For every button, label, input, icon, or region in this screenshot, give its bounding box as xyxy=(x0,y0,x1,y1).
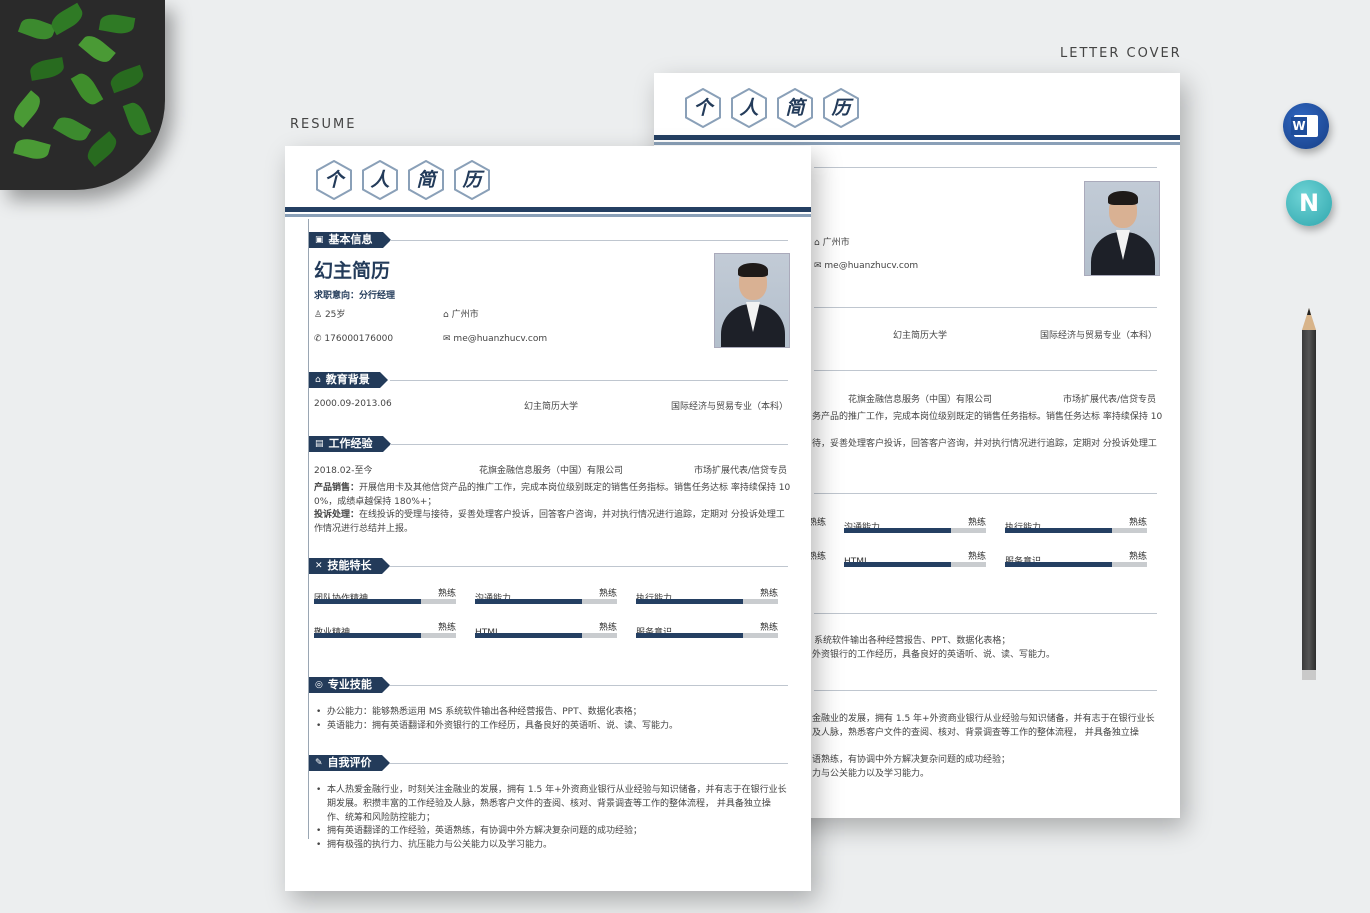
graduation-cap-icon: ⌂ xyxy=(315,375,321,385)
cover-work-line: 务产品的推广工作，完成本岗位级别既定的销售任务指标。销售任务达标 率持续保持 1… xyxy=(812,412,1163,422)
self-eval-item: • 拥有极强的执行力、抗压能力与公关能力以及学习能力。 xyxy=(316,840,553,850)
cover-skill-item: 服务意识熟练 xyxy=(1005,549,1147,568)
cover-city: ⌂ 广州市 xyxy=(814,238,850,248)
cover-photo xyxy=(1084,181,1160,276)
cover-email: ✉ me@huanzhucv.com xyxy=(814,261,919,271)
cover-skill-item: HTML熟练 xyxy=(844,549,986,568)
section-skills: ✕ 技能特长 xyxy=(309,558,390,574)
professional-item: • 英语能力：拥有英语翻译和外资银行的工作经历，具备良好的英语听、说、读、写能力… xyxy=(316,721,679,731)
divider xyxy=(390,444,788,445)
divider xyxy=(814,167,1157,168)
app-icon[interactable]: N xyxy=(1286,180,1332,226)
divider xyxy=(814,370,1157,371)
cover-position: 市场扩展代表/信贷专员 xyxy=(1063,395,1157,405)
cover-header-bar xyxy=(654,135,1180,145)
cover-title-char: 个 xyxy=(684,88,722,128)
divider xyxy=(390,763,788,764)
job-intent: 求职意向：分行经理 xyxy=(314,291,396,301)
cover-prof-line: 系统软件输出各种经营报告、PPT、数据化表格； xyxy=(814,636,1011,646)
cover-school: 幻主简历大学 xyxy=(893,331,948,341)
cover-company: 花旗金融信息服务（中国）有限公司 xyxy=(848,395,993,405)
plant-decoration xyxy=(0,0,165,190)
divider xyxy=(390,566,788,567)
phone: ✆ 176000176000 xyxy=(314,334,394,344)
divider xyxy=(814,690,1157,691)
section-work: ▤ 工作经验 xyxy=(309,436,390,452)
divider xyxy=(814,307,1157,308)
location-icon: ⌂ xyxy=(443,310,449,320)
divider xyxy=(390,240,788,241)
skill-item: 沟通能力熟练 xyxy=(475,586,617,605)
work-line: 产品销售：开展信用卡及其他信贷产品的推广工作，完成本岗位级别既定的销售任务指标。… xyxy=(314,483,791,493)
resume-title-char: 人 xyxy=(361,160,399,200)
skill-item: 团队协作精神熟练 xyxy=(314,586,456,605)
resume-title: 个 人 简 历 xyxy=(315,160,491,200)
work-date: 2018.02-至今 xyxy=(314,466,373,476)
divider xyxy=(390,685,788,686)
edit-icon: ✎ xyxy=(315,758,323,768)
resume-title-char: 个 xyxy=(315,160,353,200)
candidate-name: 幻主简历 xyxy=(314,260,391,282)
cover-title-char: 简 xyxy=(776,88,814,128)
cover-eval-line: 语熟练，有协调中外方解决复杂问题的成功经验； xyxy=(812,755,1011,765)
section-basic-info: ▣ 基本信息 xyxy=(309,232,390,248)
cover-work-line: 待，妥善处理客户投诉，回答客户咨询，并对执行情况进行追踪，定期对 分投诉处理工 xyxy=(812,439,1157,449)
divider xyxy=(814,493,1157,494)
skill-item: 敬业精神熟练 xyxy=(314,620,456,639)
phone-icon: ✆ xyxy=(314,334,322,344)
mail-icon: ✉ xyxy=(443,334,451,344)
cover-prof-line: 外资银行的工作经历，具备良好的英语听、说、读、写能力。 xyxy=(812,650,1056,660)
person-icon: ♙ xyxy=(314,310,323,320)
cover-skill-item: 沟通能力熟练 xyxy=(844,515,986,534)
cover-title: 个 人 简 历 xyxy=(684,88,860,128)
self-eval-item: • 本人热爱金融行业，时刻关注金融业的发展，拥有 1.5 年+外资商业银行从业经… xyxy=(316,785,787,795)
briefcase-icon: ▤ xyxy=(315,439,324,449)
medal-icon: ◎ xyxy=(315,680,323,690)
letter-cover-label: LETTER COVER xyxy=(1060,46,1182,61)
divider xyxy=(814,613,1157,614)
skill-item: 执行能力熟练 xyxy=(636,586,778,605)
pencil-decoration xyxy=(1302,308,1316,680)
professional-item: • 办公能力：能够熟悉运用 MS 系统软件输出各种经营报告、PPT、数据化表格； xyxy=(316,707,642,717)
word-icon[interactable]: W xyxy=(1283,103,1329,149)
education-major: 国际经济与贸易专业（本科） xyxy=(671,402,789,412)
section-education: ⌂ 教育背景 xyxy=(309,372,388,388)
section-professional: ◎ 专业技能 xyxy=(309,677,390,693)
skill-item: 服务意识熟练 xyxy=(636,620,778,639)
cover-eval-line: 及人脉，熟悉客户文件的查阅、核对、背景调查等工作的整体流程， 并具备独立操 xyxy=(812,728,1139,738)
timeline-line xyxy=(308,219,309,839)
resume-photo xyxy=(714,253,790,348)
divider xyxy=(390,380,788,381)
resume-title-char: 历 xyxy=(453,160,491,200)
education-date: 2000.09-2013.06 xyxy=(314,399,392,409)
self-eval-line: 期发展。积攒丰富的工作经验及人脉，熟悉客户文件的查阅、核对、背景调查等工作的整体… xyxy=(327,799,771,809)
cover-skill-item: 执行能力熟练 xyxy=(1005,515,1147,534)
resume-page: 个 人 简 历 ▣ 基本信息 幻主简历 求职意向：分行经理 ♙ 25岁 ⌂ 广州市… xyxy=(285,146,811,891)
cover-eval-line: 力与公关能力以及学习能力。 xyxy=(812,769,930,779)
work-line: 作情况进行总结并上报。 xyxy=(314,524,414,534)
city: ⌂ 广州市 xyxy=(443,310,479,320)
age: ♙ 25岁 xyxy=(314,310,346,320)
id-card-icon: ▣ xyxy=(315,235,324,245)
self-eval-item: • 拥有英语翻译的工作经验，英语熟练，有协调中外方解决复杂问题的成功经验； xyxy=(316,826,643,836)
tools-icon: ✕ xyxy=(315,561,323,571)
cover-title-char: 历 xyxy=(822,88,860,128)
work-line: 0%，成绩卓越保持 180%+； xyxy=(314,497,437,507)
cover-eval-line: 金融业的发展，拥有 1.5 年+外资商业银行从业经验与知识储备，并有志于在银行业… xyxy=(812,714,1155,724)
work-line: 投诉处理：在线投诉的受理与接待，妥善处理客户投诉，回答客户咨询，并对执行情况进行… xyxy=(314,510,785,520)
resume-header-bar xyxy=(285,207,811,217)
email: ✉ me@huanzhucv.com xyxy=(443,334,548,344)
skill-item: HTML熟练 xyxy=(475,620,617,639)
work-position: 市场扩展代表/信贷专员 xyxy=(694,466,788,476)
work-company: 花旗金融信息服务（中国）有限公司 xyxy=(479,466,624,476)
section-self-eval: ✎ 自我评价 xyxy=(309,755,390,771)
cover-major: 国际经济与贸易专业（本科） xyxy=(1040,331,1158,341)
education-school: 幻主简历大学 xyxy=(524,402,579,412)
resume-label: RESUME xyxy=(290,117,357,132)
cover-title-char: 人 xyxy=(730,88,768,128)
self-eval-line: 作、统筹和风险防控能力； xyxy=(327,813,436,823)
resume-title-char: 简 xyxy=(407,160,445,200)
